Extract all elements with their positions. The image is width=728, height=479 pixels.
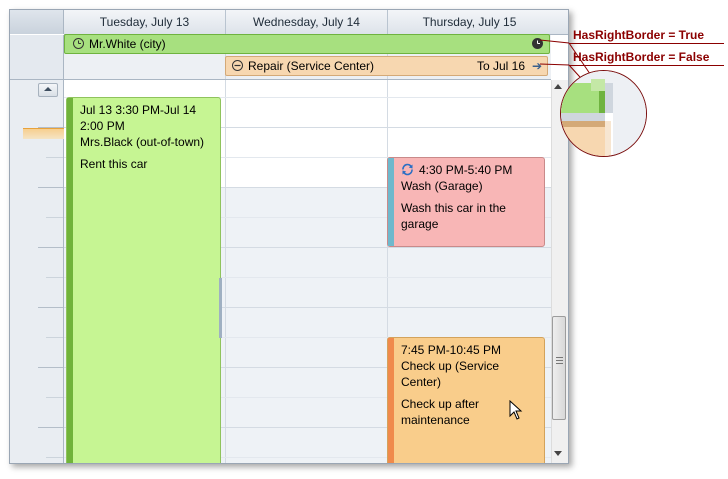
magnifier-zoom bbox=[560, 70, 647, 157]
